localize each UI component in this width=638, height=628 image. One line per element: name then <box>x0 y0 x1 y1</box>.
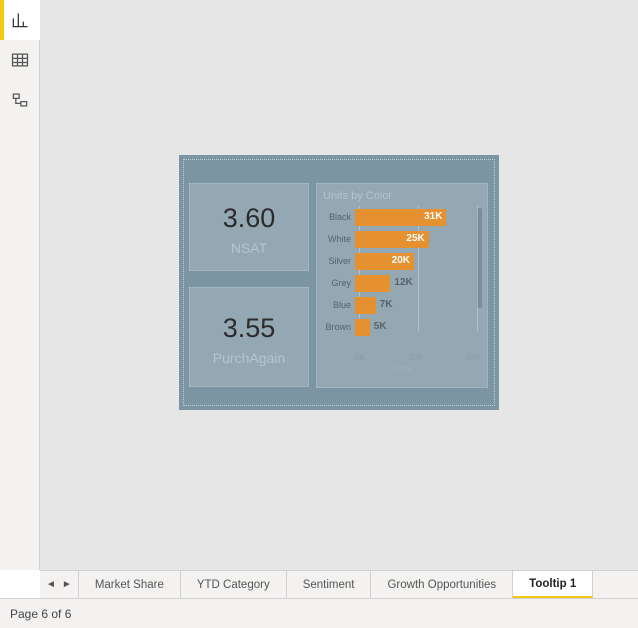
status-bar: Page 6 of 6 <box>0 598 638 628</box>
chart-category-label: Black <box>323 212 355 222</box>
chart-bar[interactable]: 31K <box>355 209 446 226</box>
card-purch-label: PurchAgain <box>213 350 285 366</box>
chart-bar[interactable]: 7K <box>355 297 376 314</box>
chart-title: Units by Color <box>323 190 481 202</box>
view-rail <box>0 0 40 570</box>
bar-chart-icon <box>10 10 30 30</box>
chart-tick: 20K <box>409 353 423 362</box>
chart-bar-label: 20K <box>392 255 410 266</box>
report-view-button[interactable] <box>0 0 40 40</box>
page-tab[interactable]: Growth Opportunities <box>371 571 513 598</box>
card-nsat-value: 3.60 <box>223 203 276 234</box>
tab-next-button[interactable]: ► <box>62 579 72 590</box>
page-tab[interactable]: Sentiment <box>287 571 372 598</box>
chart-bar[interactable]: 5K <box>355 319 370 336</box>
chart-category-label: Blue <box>323 300 355 310</box>
model-icon <box>10 90 30 110</box>
chart-category-label: White <box>323 234 355 244</box>
chart-bar-label: 12K <box>394 277 412 288</box>
chart-bar-label: 31K <box>424 211 442 222</box>
chart-tick: 0K <box>355 353 365 362</box>
tabs-host: Market ShareYTD CategorySentimentGrowth … <box>79 571 638 598</box>
chart-row: White 25K <box>323 228 481 250</box>
card-nsat[interactable]: 3.60 NSAT <box>189 183 309 271</box>
chart-row: Blue7K <box>323 294 481 316</box>
report-canvas[interactable]: 3.60 NSAT 3.55 PurchAgain Units by Color… <box>40 0 638 570</box>
chart-bar[interactable]: 25K <box>355 231 429 248</box>
model-view-button[interactable] <box>0 80 40 120</box>
chart-row: Black 31K <box>323 206 481 228</box>
chart-xlabel: Units <box>323 364 481 373</box>
chart-row: Silver 20K <box>323 250 481 272</box>
chart-bar[interactable]: 12K <box>355 275 390 292</box>
page-tab[interactable]: Market Share <box>79 571 181 598</box>
tooltip-page[interactable]: 3.60 NSAT 3.55 PurchAgain Units by Color… <box>179 155 499 410</box>
table-icon <box>10 50 30 70</box>
chart-row: Grey12K <box>323 272 481 294</box>
chart-bar[interactable]: 20K <box>355 253 414 270</box>
chart-bar-label: 5K <box>374 321 387 332</box>
chart-row: Brown5K <box>323 316 481 338</box>
page-tab[interactable]: YTD Category <box>181 571 287 598</box>
tab-prev-button[interactable]: ◄ <box>46 579 56 590</box>
chart-axis: 0K 20K 40K <box>355 353 481 362</box>
page-indicator: Page 6 of 6 <box>10 607 71 621</box>
chart-tick: 40K <box>467 353 481 362</box>
chart-units-by-color[interactable]: Units by Color Black 31K White 25K Silver 20K… <box>316 183 488 388</box>
chart-bar-label: 25K <box>406 233 424 244</box>
chart-category-label: Grey <box>323 278 355 288</box>
chart-category-label: Brown <box>323 322 355 332</box>
tab-nav: ◄ ► <box>40 571 79 598</box>
data-view-button[interactable] <box>0 40 40 80</box>
chart-bar-label: 7K <box>380 299 393 310</box>
card-nsat-label: NSAT <box>231 240 267 256</box>
page-tabs-bar: ◄ ► Market ShareYTD CategorySentimentGro… <box>40 570 638 598</box>
chart-body: Black31KWhite25KSilver20KGrey12KBlue7KBr… <box>323 206 481 351</box>
page-tab[interactable]: Tooltip 1 <box>513 571 593 598</box>
card-purch-value: 3.55 <box>223 313 276 344</box>
card-purchagain[interactable]: 3.55 PurchAgain <box>189 287 309 387</box>
chart-category-label: Silver <box>323 256 355 266</box>
